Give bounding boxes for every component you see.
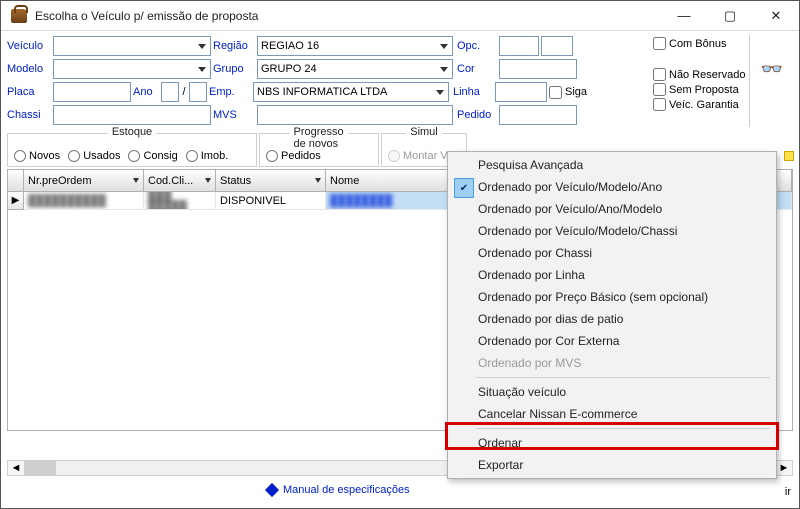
menu-veic-modelo-chassi[interactable]: Ordenado por Veículo/Modelo/Chassi: [448, 220, 776, 242]
linha-field[interactable]: [495, 82, 547, 102]
radio-imob[interactable]: Imob.: [186, 150, 229, 162]
minimize-button[interactable]: —: [661, 1, 707, 31]
scroll-right-button[interactable]: ►: [776, 461, 792, 475]
mvs-field[interactable]: [257, 105, 453, 125]
menu-separator: [476, 377, 770, 378]
row-indicator-icon: ▶: [8, 192, 24, 210]
menu-pesquisa[interactable]: Pesquisa Avançada: [448, 154, 776, 176]
pedido-field[interactable]: [499, 105, 577, 125]
label-placa: Placa: [7, 86, 51, 98]
menu-veic-modelo-ano[interactable]: Ordenado por Veículo/Modelo/Ano: [448, 176, 776, 198]
menu-dias[interactable]: Ordenado por dias de patio: [448, 308, 776, 330]
menu-preco[interactable]: Ordenado por Preço Básico (sem opcional): [448, 286, 776, 308]
col-status[interactable]: Status: [216, 170, 326, 191]
col-codcli[interactable]: Cod.Cli...: [144, 170, 216, 191]
regiao-select[interactable]: REGIAO 16: [257, 36, 453, 56]
menu-cancelar[interactable]: Cancelar Nissan E-commerce: [448, 403, 776, 425]
ano-field-b[interactable]: [189, 82, 207, 102]
label-veiculo: Veículo: [7, 40, 51, 52]
chk-com-bonus[interactable]: Com Bônus: [653, 37, 745, 50]
radio-consig[interactable]: Consig: [128, 150, 177, 162]
opc-field-b[interactable]: [541, 36, 573, 56]
opc-field-a[interactable]: [499, 36, 539, 56]
menu-ordenar[interactable]: Ordenar: [448, 432, 776, 454]
group-estoque: Estoque Novos Usados Consig Imob.: [7, 133, 257, 167]
radio-montar[interactable]: Montar V: [388, 150, 448, 162]
menu-situacao[interactable]: Situação veículo: [448, 381, 776, 403]
radio-novos[interactable]: Novos: [14, 150, 60, 162]
close-button[interactable]: ✕: [753, 1, 799, 31]
group-progresso: Progresso de novos Pedidos: [259, 133, 379, 167]
scroll-thumb[interactable]: [24, 461, 56, 475]
radio-usados[interactable]: Usados: [68, 150, 120, 162]
emp-select[interactable]: NBS INFORMATICA LTDA: [253, 82, 449, 102]
briefcase-icon: [11, 9, 27, 23]
menu-linha[interactable]: Ordenado por Linha: [448, 264, 776, 286]
marker-icon: [784, 151, 794, 161]
label-emp: Emp.: [209, 86, 251, 98]
ano-field-a[interactable]: [161, 82, 179, 102]
diamond-icon: [265, 483, 279, 497]
label-chassi: Chassi: [7, 109, 51, 121]
label-pedido: Pedido: [457, 109, 497, 121]
label-opc: Opc.: [457, 40, 497, 52]
menu-exportar[interactable]: Exportar: [448, 454, 776, 476]
label-mvs: MVS: [213, 109, 255, 121]
col-preordem[interactable]: Nr.preOrdem: [24, 170, 144, 191]
chk-veic-garantia[interactable]: Veíc. Garantia: [653, 98, 745, 111]
glasses-icon[interactable]: 👓: [761, 59, 783, 80]
window-title: Escolha o Veículo p/ emissão de proposta: [35, 9, 661, 23]
maximize-button[interactable]: ▢: [707, 1, 753, 31]
chk-siga[interactable]: Siga: [549, 86, 587, 99]
chassi-field[interactable]: [53, 105, 211, 125]
label-modelo: Modelo: [7, 63, 51, 75]
footer-ir: ir: [785, 486, 791, 498]
menu-chassi[interactable]: Ordenado por Chassi: [448, 242, 776, 264]
label-linha: Linha: [453, 86, 493, 98]
grid-indicator-col: [8, 170, 24, 191]
cor-field[interactable]: [499, 59, 577, 79]
veiculo-select[interactable]: [53, 36, 211, 56]
scroll-left-button[interactable]: ◄: [8, 461, 24, 475]
context-menu: Pesquisa Avançada Ordenado por Veículo/M…: [447, 151, 777, 479]
chk-nao-reservado[interactable]: Não Reservado: [653, 68, 745, 81]
manual-link[interactable]: Manual de especificações: [283, 484, 410, 496]
menu-separator: [476, 428, 770, 429]
label-regiao: Região: [213, 40, 255, 52]
modelo-select[interactable]: [53, 59, 211, 79]
menu-cor[interactable]: Ordenado por Cor Externa: [448, 330, 776, 352]
menu-veic-ano-modelo[interactable]: Ordenado por Veículo/Ano/Modelo: [448, 198, 776, 220]
chk-sem-proposta[interactable]: Sem Proposta: [653, 83, 745, 96]
grupo-select[interactable]: GRUPO 24: [257, 59, 453, 79]
label-ano: Ano: [133, 86, 159, 98]
placa-field[interactable]: [53, 82, 131, 102]
radio-pedidos[interactable]: Pedidos: [266, 150, 321, 162]
menu-mvs: Ordenado por MVS: [448, 352, 776, 374]
label-cor: Cor: [457, 63, 497, 75]
label-grupo: Grupo: [213, 63, 255, 75]
